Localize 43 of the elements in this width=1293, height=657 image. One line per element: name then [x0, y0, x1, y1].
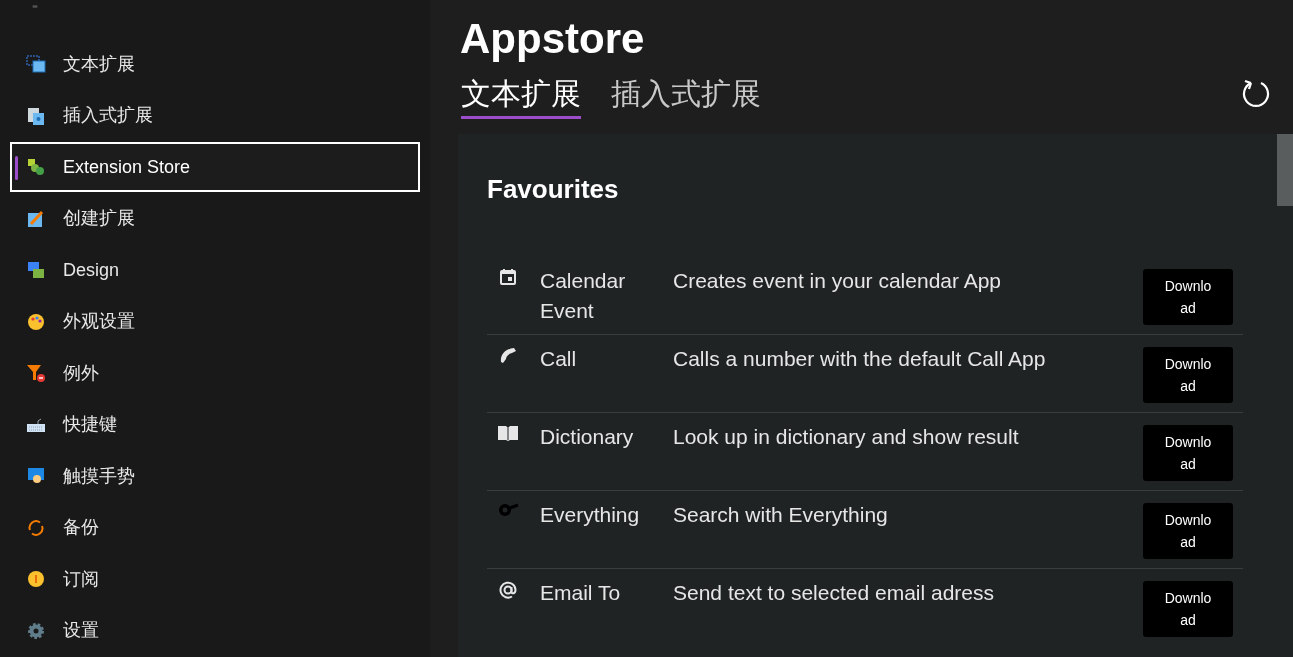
sidebar-item-label: 触摸手势 [63, 464, 135, 488]
sidebar-item[interactable]: 插入式扩展 [10, 90, 420, 141]
extension-description: Calls a number with the default Call App [673, 346, 1047, 372]
page-title: Appstore [460, 18, 646, 60]
tab[interactable]: 插入式扩展 [611, 74, 761, 119]
sidebar-item[interactable]: 订阅 [10, 554, 420, 604]
sidebar-item-label: 快捷键 [63, 413, 117, 436]
download-button[interactable]: Download [1143, 425, 1233, 481]
sidebar-item[interactable]: 例外 [10, 348, 420, 398]
sidebar-item[interactable]: 创建扩展 [10, 193, 420, 244]
sidebar-item[interactable]: 触摸手势 [10, 451, 420, 501]
sidebar-item-label: 设置 [63, 619, 99, 642]
sidebar-item-label: 文本扩展 [63, 52, 135, 76]
extension-description: Send text to selected email adress [673, 580, 995, 606]
sidebar-item-label: Extension Store [63, 155, 191, 179]
sidebar-item-label: Design [63, 258, 120, 282]
sidebar-item-label: 插入式扩展 [63, 104, 153, 127]
sidebar-item[interactable]: 外观设置 [10, 296, 420, 347]
extension-name: Email To [540, 580, 622, 606]
tab[interactable]: 文本扩展 [461, 74, 581, 119]
download-button[interactable]: Download [1143, 347, 1233, 403]
extension-name: Call [540, 346, 578, 372]
sidebar-item[interactable]: Extension Store [10, 142, 420, 192]
sidebar-item[interactable]: 设置 [10, 605, 420, 656]
sidebar-item-label: 备份 [63, 516, 99, 539]
sidebar-item[interactable]: 备份 [10, 502, 420, 553]
extension-description: Creates event in your calendar App [673, 268, 1003, 294]
sidebar-item-label: 创建扩展 [63, 207, 135, 230]
sidebar-item[interactable]: 文本扩展 [10, 39, 420, 89]
sidebar-item-label: 例外 [63, 361, 99, 385]
download-button[interactable]: Download [1143, 581, 1233, 637]
extension-name: Calendar Event [540, 268, 627, 324]
sidebar-item-label: 外观设置 [63, 310, 135, 333]
sidebar-item[interactable]: Design [10, 245, 420, 295]
extension-name: Dictionary [540, 424, 635, 450]
extension-description: Search with Everything [673, 502, 889, 528]
extension-description: Look up in dictionary and show result [673, 424, 1020, 450]
section-title: Favourites [487, 173, 620, 206]
sidebar-item-label: 订阅 [63, 567, 99, 591]
sidebar-item[interactable]: 快捷键 [10, 399, 420, 450]
download-button[interactable]: Download [1143, 269, 1233, 325]
download-button[interactable]: Download [1143, 503, 1233, 559]
extension-name: Everything [540, 502, 641, 528]
